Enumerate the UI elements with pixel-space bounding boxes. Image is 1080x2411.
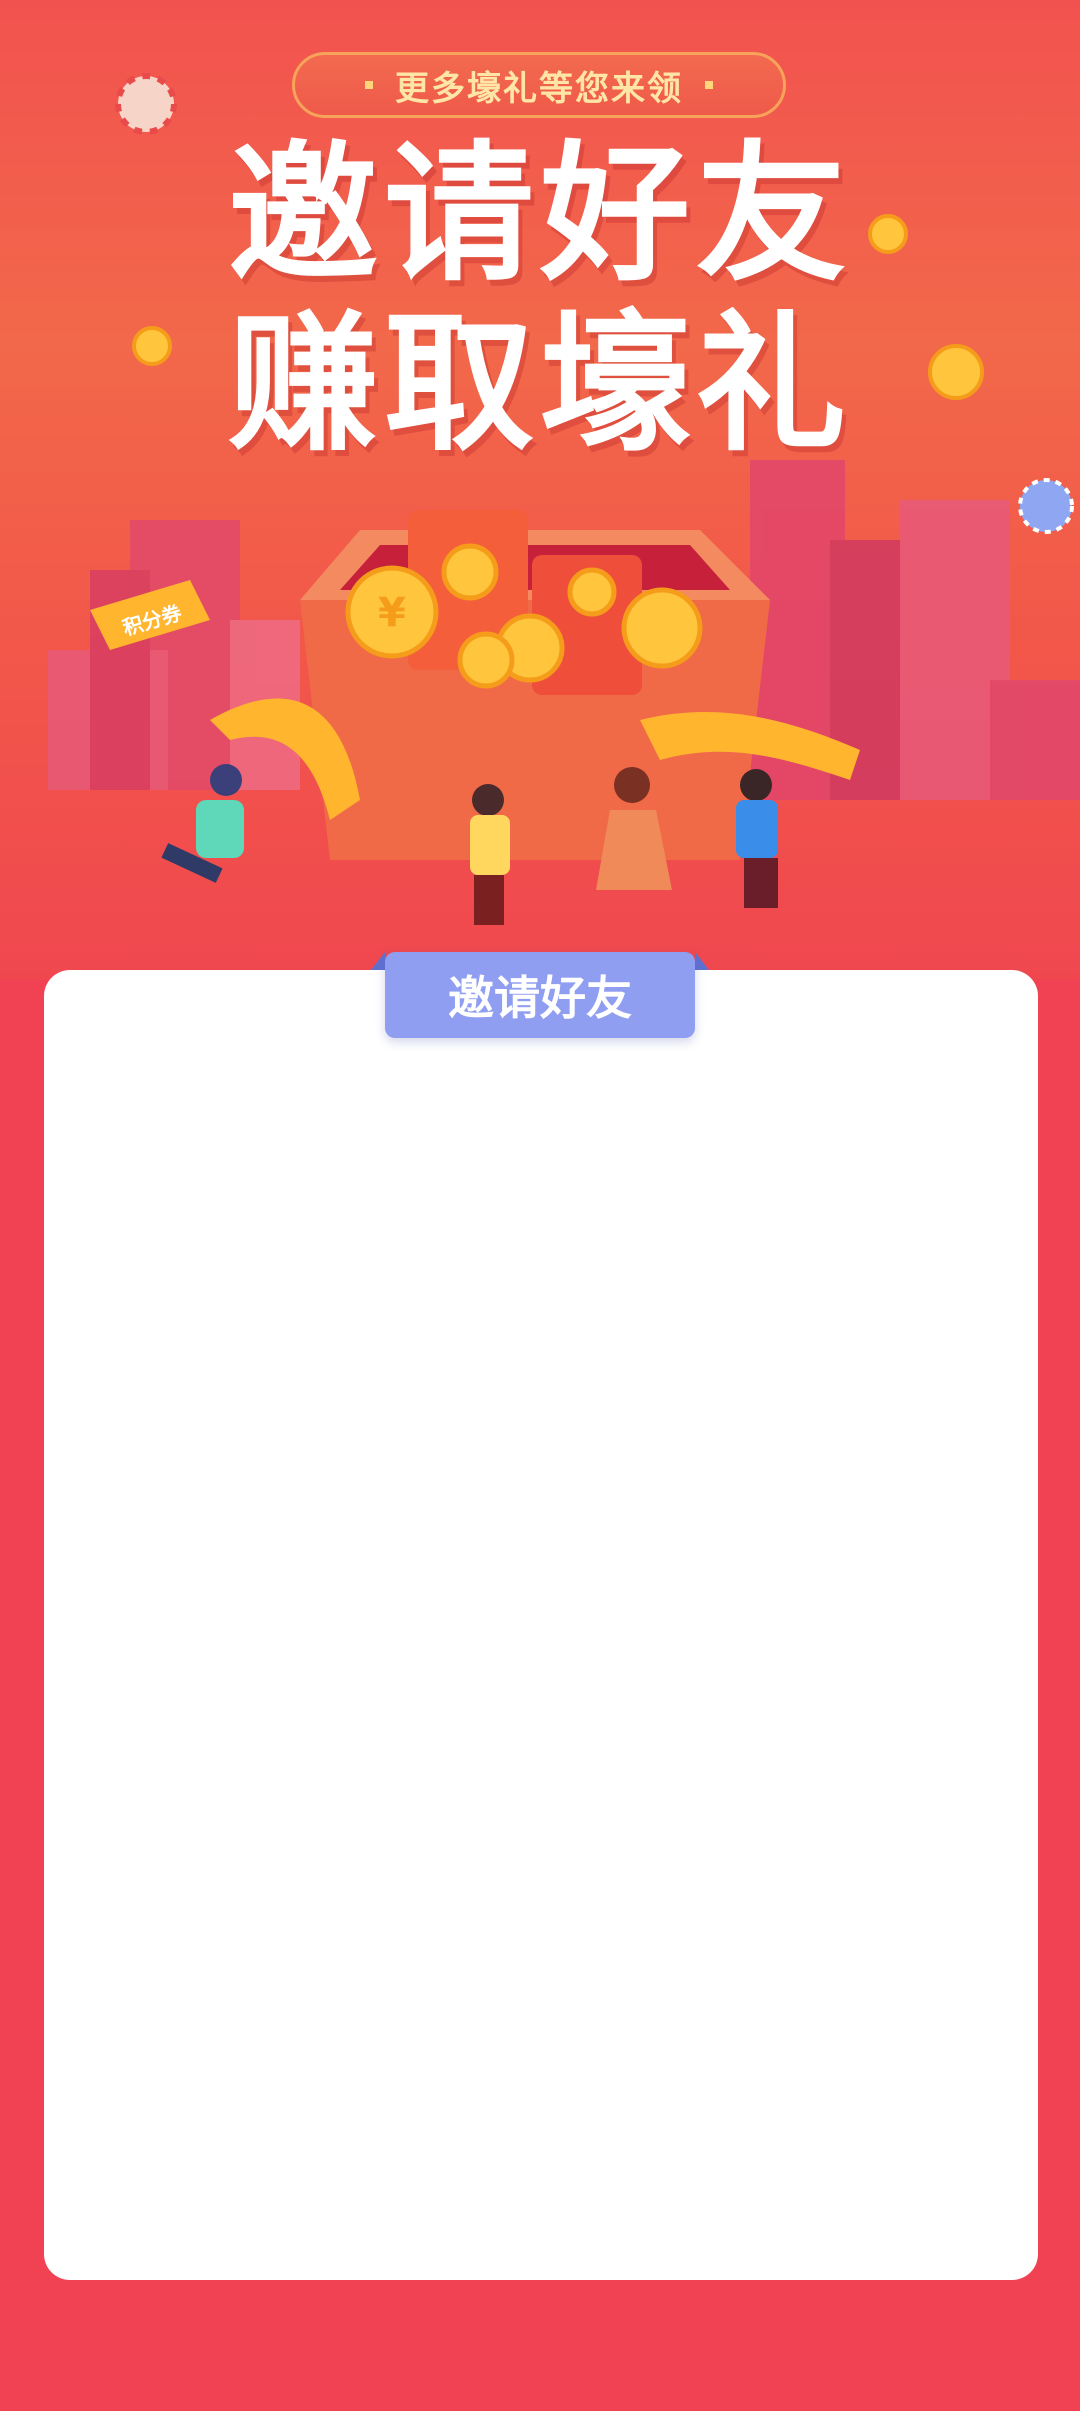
- hero-labels: 积分券 ¥: [120, 590, 406, 640]
- invite-friends-tab[interactable]: 邀请好友: [385, 952, 695, 1038]
- hero-banner: 更多壕礼等您来领 邀请好友 赚取壕礼 积分券 ¥: [0, 0, 1080, 980]
- tab-label: 邀请好友: [448, 971, 632, 1025]
- coupon-label: 积分券: [120, 600, 185, 640]
- coin-symbol: ¥: [378, 590, 406, 636]
- invite-card: [44, 970, 1038, 2280]
